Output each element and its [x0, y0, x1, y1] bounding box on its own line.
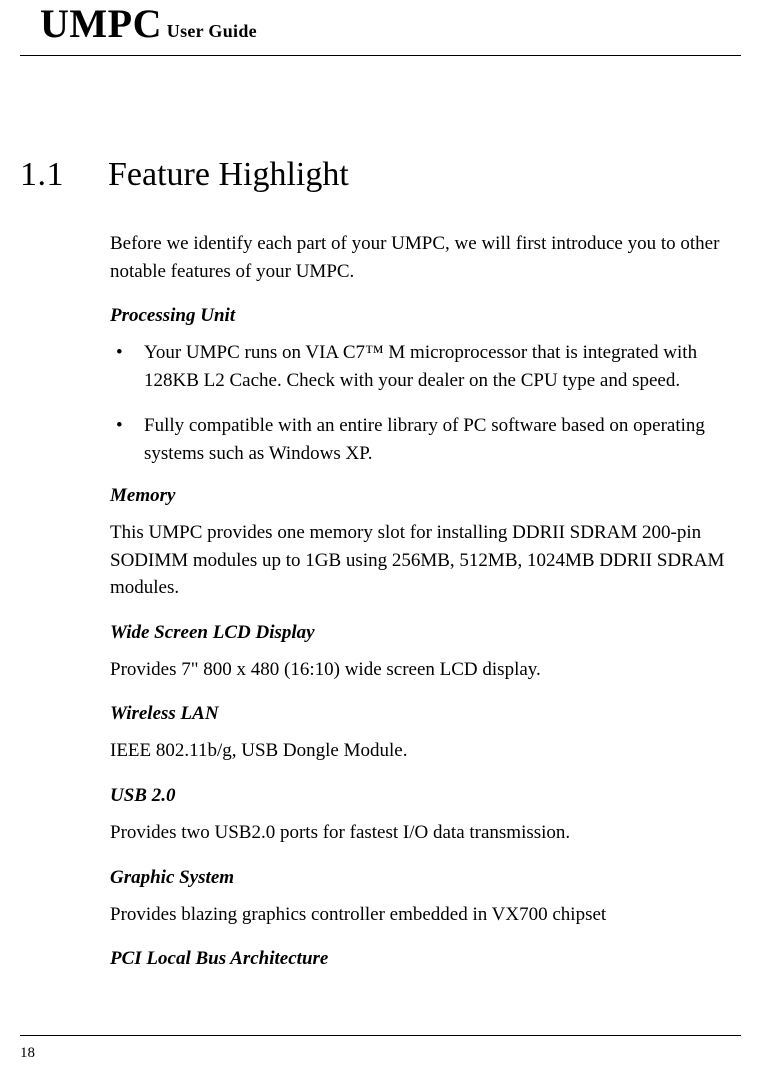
memory-text: This UMPC provides one memory slot for i…	[110, 519, 731, 602]
page-footer: 18	[20, 1035, 741, 1062]
processing-bullets: Your UMPC runs on VIA C7™ M microprocess…	[110, 339, 731, 467]
display-heading: Wide Screen LCD Display	[110, 622, 731, 644]
wireless-text: IEEE 802.11b/g, USB Dongle Module.	[110, 737, 731, 765]
content-area: 1.1 Feature Highlight Before we identify…	[0, 56, 761, 970]
page-header: UMPC User Guide	[20, 0, 741, 56]
section-number: 1.1	[20, 156, 78, 194]
header-title: UMPC User Guide	[40, 24, 257, 41]
graphic-heading: Graphic System	[110, 867, 731, 889]
intro-paragraph: Before we identify each part of your UMP…	[110, 230, 731, 285]
processing-bullet-2: Fully compatible with an entire library …	[110, 412, 731, 467]
display-text: Provides 7" 800 x 480 (16:10) wide scree…	[110, 656, 731, 684]
body-block: Before we identify each part of your UMP…	[110, 230, 731, 970]
graphic-text: Provides blazing graphics controller emb…	[110, 901, 731, 929]
usb-text: Provides two USB2.0 ports for fastest I/…	[110, 819, 731, 847]
processing-bullet-1: Your UMPC runs on VIA C7™ M microprocess…	[110, 339, 731, 394]
usb-heading: USB 2.0	[110, 785, 731, 807]
header-subtitle: User Guide	[162, 21, 257, 41]
header-product: UMPC	[40, 1, 162, 46]
wireless-heading: Wireless LAN	[110, 703, 731, 725]
memory-heading: Memory	[110, 485, 731, 507]
section-title: Feature Highlight	[108, 156, 349, 194]
section-heading-row: 1.1 Feature Highlight	[20, 156, 741, 194]
pci-heading: PCI Local Bus Architecture	[110, 948, 731, 970]
page-number: 18	[20, 1045, 35, 1061]
processing-heading: Processing Unit	[110, 305, 731, 327]
